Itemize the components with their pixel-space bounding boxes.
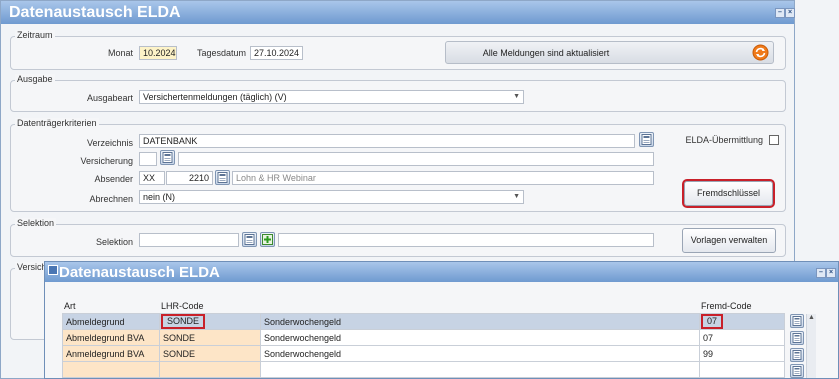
column-header-lhr-code: LHR-Code	[161, 301, 204, 311]
column-header-art: Art	[64, 301, 76, 311]
window-app-icon	[48, 265, 58, 275]
calculator-icon	[217, 172, 228, 183]
versicherung-code-input[interactable]	[139, 152, 157, 166]
lhr-code-cell[interactable]: SONDE	[159, 345, 261, 362]
description-cell[interactable]: Sonderwochengeld	[260, 313, 700, 330]
ausgabeart-value: Versichertenmeldungen (täglich) (V)	[143, 92, 287, 102]
calculator-icon	[244, 234, 255, 245]
fremd-code-cell[interactable]: 07	[699, 313, 785, 330]
row-edit-button[interactable]	[790, 364, 804, 378]
calculator-icon	[792, 366, 802, 376]
art-cell[interactable]	[62, 361, 160, 378]
versicherung-label: Versicherung	[80, 156, 133, 166]
abrechnen-label: Abrechnen	[89, 194, 133, 204]
absender-label: Absender	[94, 174, 133, 184]
description-cell[interactable]: Sonderwochengeld	[260, 329, 700, 346]
art-cell[interactable]: Abmeldegrund BVA	[62, 329, 160, 346]
art-cell[interactable]: Anmeldegrund BVA	[62, 345, 160, 362]
minimize-button[interactable]: –	[775, 8, 785, 18]
absender-number-input[interactable]: 2210	[166, 171, 213, 185]
absender-name-field: Lohn & HR Webinar	[232, 171, 654, 185]
status-text: Alle Meldungen sind aktualisiert	[482, 48, 610, 58]
lhr-code-cell[interactable]	[159, 361, 261, 378]
calculator-icon	[162, 152, 173, 163]
lhr-code-cell[interactable]: SONDE	[159, 329, 261, 346]
chevron-down-icon[interactable]: ▼	[513, 91, 520, 103]
fremd-code-value: 07	[700, 314, 724, 329]
monat-label: Monat	[107, 48, 133, 58]
row-edit-button[interactable]	[790, 348, 804, 362]
abrechnen-value: nein (N)	[143, 192, 176, 202]
absender-code-input[interactable]: XX	[139, 171, 165, 185]
ausgabe-group-label: Ausgabe	[15, 74, 55, 84]
datentraeger-group-label: Datenträgerkriterien	[15, 118, 99, 128]
refresh-icon[interactable]	[752, 44, 769, 63]
popup-window-title: Datenaustausch ELDA	[59, 264, 220, 281]
fremd-code-cell[interactable]: 99	[699, 345, 785, 362]
popup-title-bar[interactable]: Datenaustausch ELDA – ×	[45, 262, 838, 282]
calculator-icon	[792, 333, 802, 343]
elda-uebermittlung-label: ELDA-Übermittlung	[685, 135, 763, 145]
popup-window: Datenaustausch ELDA – × Art LHR-Code Fre…	[44, 261, 839, 379]
scroll-up-icon[interactable]: ▲	[808, 314, 815, 321]
verzeichnis-input[interactable]: DATENBANK	[139, 134, 635, 148]
selektion-add-button[interactable]	[260, 232, 275, 247]
selektion-browse-button[interactable]	[242, 232, 257, 247]
row-edit-button[interactable]	[790, 314, 804, 328]
table-row[interactable]: Anmeldegrund BVA SONDE Sonderwochengeld …	[62, 345, 785, 362]
plus-icon	[262, 234, 273, 245]
ausgabeart-select[interactable]: Versichertenmeldungen (täglich) (V) ▼	[139, 90, 524, 104]
mapping-table: Abmeldegrund SONDE Sonderwochengeld 07 A…	[62, 313, 785, 378]
table-row[interactable]: Abmeldegrund SONDE Sonderwochengeld 07	[62, 313, 785, 330]
column-header-fremd-code: Fremd-Code	[701, 301, 752, 311]
selektion-input[interactable]	[139, 233, 239, 247]
versicherung-browse-button[interactable]	[160, 150, 175, 165]
tagesdatum-label: Tagesdatum	[196, 48, 246, 58]
description-cell[interactable]: Sonderwochengeld	[260, 345, 700, 362]
selektion-name-field	[278, 233, 654, 247]
fremd-code-cell[interactable]: 07	[699, 329, 785, 346]
calculator-icon	[792, 350, 802, 360]
verzeichnis-browse-button[interactable]	[639, 132, 654, 147]
elda-uebermittlung-checkbox[interactable]	[769, 135, 779, 145]
chevron-down-icon[interactable]: ▼	[513, 191, 520, 203]
table-row[interactable]: Abmeldegrund BVA SONDE Sonderwochengeld …	[62, 329, 785, 346]
close-button[interactable]: ×	[785, 8, 795, 18]
status-panel: Alle Meldungen sind aktualisiert	[445, 41, 774, 64]
table-row[interactable]	[62, 361, 785, 378]
description-cell[interactable]	[260, 361, 700, 378]
calculator-icon	[792, 316, 802, 326]
monat-input[interactable]: 10.2024	[139, 46, 177, 60]
verzeichnis-label: Verzeichnis	[86, 138, 133, 148]
vertical-scrollbar[interactable]: ▲	[806, 314, 816, 378]
abrechnen-select[interactable]: nein (N) ▼	[139, 190, 524, 204]
row-edit-button[interactable]	[790, 331, 804, 345]
lhr-code-cell[interactable]: SONDE	[159, 313, 261, 330]
tagesdatum-input[interactable]: 27.10.2024	[250, 46, 303, 60]
popup-close-button[interactable]: ×	[826, 268, 836, 278]
versicherung-name-field	[178, 152, 654, 166]
zeitraum-group-label: Zeitraum	[15, 30, 55, 40]
calculator-icon	[641, 134, 652, 145]
absender-number-value: 2210	[188, 173, 209, 183]
selektion-group-label: Selektion	[15, 218, 57, 228]
vorlagen-verwalten-button[interactable]: Vorlagen verwalten	[682, 228, 776, 253]
popup-minimize-button[interactable]: –	[816, 268, 826, 278]
fremdschluessel-button[interactable]: Fremdschlüssel	[682, 179, 775, 208]
main-title-bar[interactable]: Datenaustausch ELDA – ×	[1, 1, 795, 24]
main-window-title: Datenaustausch ELDA	[9, 4, 181, 21]
lhr-code-value: SONDE	[160, 314, 206, 329]
art-cell[interactable]: Abmeldegrund	[62, 313, 160, 330]
absender-browse-button[interactable]	[215, 170, 230, 185]
ausgabeart-label: Ausgabeart	[86, 93, 133, 103]
fremd-code-cell[interactable]	[699, 361, 785, 378]
selektion-label: Selektion	[95, 237, 133, 247]
